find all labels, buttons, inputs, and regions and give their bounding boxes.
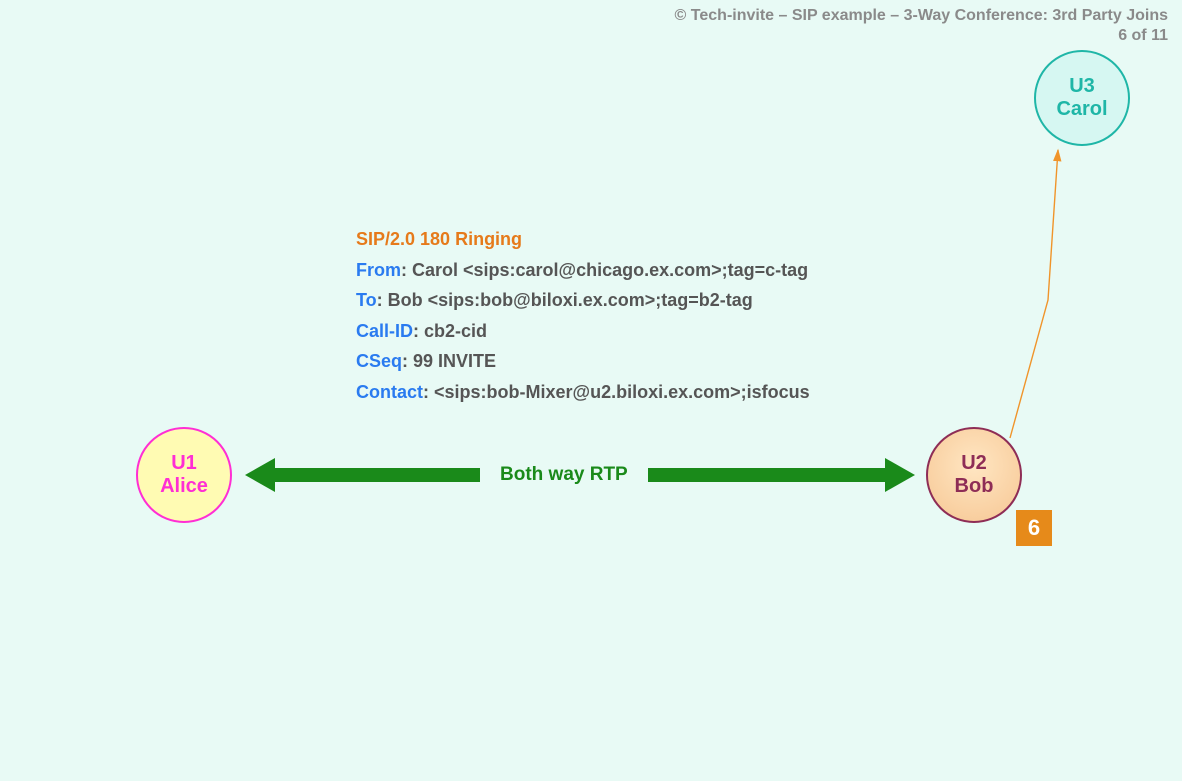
sip-status-line: SIP/2.0 180 Ringing [356, 224, 810, 255]
sip-message: SIP/2.0 180 Ringing From: Carol <sips:ca… [356, 224, 810, 408]
rtp-label: Both way RTP [500, 464, 628, 486]
step-badge: 6 [1016, 510, 1052, 546]
page-indicator: 6 of 11 [675, 26, 1168, 46]
node-u3-name: Carol [1056, 98, 1107, 121]
node-u1-id: U1 [171, 452, 197, 475]
sip-contact-val: : <sips:bob-Mixer@u2.biloxi.ex.com>;isfo… [423, 382, 810, 402]
rtp-label-wrap: Both way RTP [480, 459, 648, 491]
diagram-title: © Tech-invite – SIP example – 3-Way Conf… [675, 7, 1168, 24]
sip-header-callid: Call-ID: cb2-cid [356, 316, 810, 347]
node-u3-carol: U3 Carol [1034, 50, 1130, 146]
sip-to-key: To [356, 290, 377, 310]
sip-cseq-key: CSeq [356, 351, 402, 371]
step-number: 6 [1028, 515, 1040, 541]
rtp-arrowhead-left-icon [245, 458, 275, 492]
rtp-arrowhead-right-icon [885, 458, 915, 492]
sip-header-to: To: Bob <sips:bob@biloxi.ex.com>;tag=b2-… [356, 285, 810, 316]
node-u3-id: U3 [1069, 75, 1095, 98]
sip-cseq-val: : 99 INVITE [402, 351, 496, 371]
node-u2-name: Bob [955, 475, 994, 498]
diagram-header: © Tech-invite – SIP example – 3-Way Conf… [675, 6, 1168, 46]
sip-contact-key: Contact [356, 382, 423, 402]
sip-header-from: From: Carol <sips:carol@chicago.ex.com>;… [356, 255, 810, 286]
sip-callid-val: : cb2-cid [413, 321, 487, 341]
sip-to-val: : Bob <sips:bob@biloxi.ex.com>;tag=b2-ta… [377, 290, 753, 310]
sip-header-cseq: CSeq: 99 INVITE [356, 346, 810, 377]
node-u1-name: Alice [160, 475, 208, 498]
sip-from-key: From [356, 260, 401, 280]
node-u1-alice: U1 Alice [136, 427, 232, 523]
node-u2-id: U2 [961, 452, 987, 475]
sip-callid-key: Call-ID [356, 321, 413, 341]
sip-from-val: : Carol <sips:carol@chicago.ex.com>;tag=… [401, 260, 808, 280]
sip-header-contact: Contact: <sips:bob-Mixer@u2.biloxi.ex.co… [356, 377, 810, 408]
node-u2-bob: U2 Bob [926, 427, 1022, 523]
